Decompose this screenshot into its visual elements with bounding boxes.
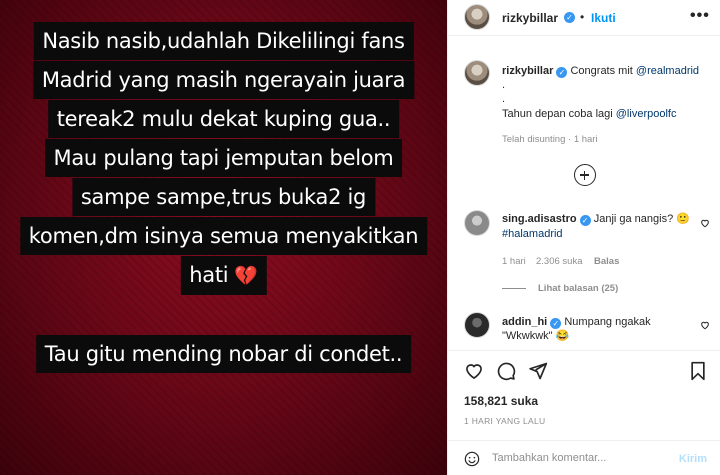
- story-text-line: komen,dm isinya semua menyakitkan: [19, 217, 428, 255]
- verified-badge-icon: ✓: [550, 318, 562, 329]
- post-comment-button[interactable]: Kirim: [679, 453, 707, 465]
- share-paper-plane-icon[interactable]: [528, 361, 548, 381]
- post-header: rizkybillar ✓ • Ikuti •••: [448, 0, 720, 36]
- caption-meta: Telah disunting · 1 hari: [502, 134, 598, 145]
- story-image: Nasib nasib,udahlah Dikelilingi fans Mad…: [0, 0, 447, 475]
- comment-text: Janji ga nangis? 🙂: [593, 213, 690, 225]
- story-text-line: Madrid yang masih ngerayain juara: [32, 61, 415, 99]
- caption-line2: Tahun depan coba lagi @liverpoolfc: [502, 107, 676, 122]
- comment-like-heart-icon[interactable]: [700, 320, 710, 330]
- comment-avatar[interactable]: [464, 210, 490, 236]
- broken-heart-emoji: 💔: [234, 265, 258, 287]
- comment-bubble-icon[interactable]: [496, 361, 516, 381]
- separator-dot: •: [580, 10, 585, 24]
- post-time-ago[interactable]: 1 HARI YANG LALU: [464, 416, 546, 426]
- caption-line1: rizkybillar ✓ Congrats mit @realmadrid: [502, 64, 699, 79]
- like-heart-icon[interactable]: [464, 361, 484, 381]
- caption-avatar[interactable]: [464, 60, 490, 86]
- comment-likes[interactable]: 2.306 suka: [536, 256, 582, 267]
- view-replies-button[interactable]: Lihat balasan (25): [538, 283, 618, 294]
- comment-text-line2: "Wkwkwk" 😂: [502, 330, 570, 342]
- post-actions-bar: [448, 350, 720, 390]
- comment-username[interactable]: addin_hi: [502, 316, 547, 328]
- caption-dot: .: [502, 93, 506, 105]
- comment-time: 1 hari: [502, 256, 526, 267]
- avatar[interactable]: [464, 4, 490, 30]
- caption-text: Congrats mit: [570, 65, 636, 77]
- story-text-hati: hati: [189, 263, 229, 287]
- hashtag-link[interactable]: #halamadrid: [502, 227, 563, 242]
- comment-line1: addin_hi ✓ Numpang ngakak: [502, 315, 651, 330]
- replies-divider: [502, 288, 526, 289]
- post-panel: rizkybillar ✓ • Ikuti ••• rizkybillar ✓ …: [447, 0, 720, 475]
- comment-text: Numpang ngakak: [564, 316, 651, 328]
- comment-line1: sing.adisastro ✓ Janji ga nangis? 🙂: [502, 212, 690, 227]
- verified-badge-icon: ✓: [579, 215, 591, 226]
- story-text-line: Mau pulang tapi jemputan belom: [44, 139, 403, 177]
- load-more-comments-icon[interactable]: [574, 164, 596, 186]
- header-username[interactable]: rizkybillar: [502, 11, 558, 25]
- comment-box: Kirim: [448, 440, 720, 475]
- caption-dot: .: [502, 79, 506, 91]
- comment-like-heart-icon[interactable]: [700, 218, 710, 228]
- caption-username[interactable]: rizkybillar: [502, 65, 553, 77]
- mention-link[interactable]: @liverpoolfc: [616, 108, 677, 120]
- emoji-smiley-icon[interactable]: [464, 451, 480, 467]
- save-bookmark-icon[interactable]: [689, 361, 707, 381]
- story-text-line: Nasib nasib,udahlah Dikelilingi fans: [33, 22, 414, 60]
- verified-badge-icon: ✓: [564, 12, 575, 23]
- story-text-line: hati 💔: [180, 256, 267, 295]
- caption-text: Tahun depan coba lagi: [502, 108, 616, 120]
- likes-count[interactable]: 158,821 suka: [464, 394, 538, 408]
- follow-button[interactable]: Ikuti: [591, 11, 616, 25]
- story-text-line: Tau gitu mending nobar di condet..: [35, 335, 412, 373]
- comment-input[interactable]: [492, 449, 672, 467]
- more-options-icon[interactable]: •••: [690, 7, 710, 25]
- verified-badge-icon: ✓: [556, 67, 568, 78]
- comment-avatar[interactable]: [464, 312, 490, 338]
- reply-button[interactable]: Balas: [594, 256, 619, 267]
- story-text-line: tereak2 mulu dekat kuping gua..: [47, 100, 400, 138]
- story-text-line: sampe sampe,trus buka2 ig: [71, 178, 376, 216]
- mention-link[interactable]: @realmadrid: [636, 65, 699, 77]
- comment-username[interactable]: sing.adisastro: [502, 213, 577, 225]
